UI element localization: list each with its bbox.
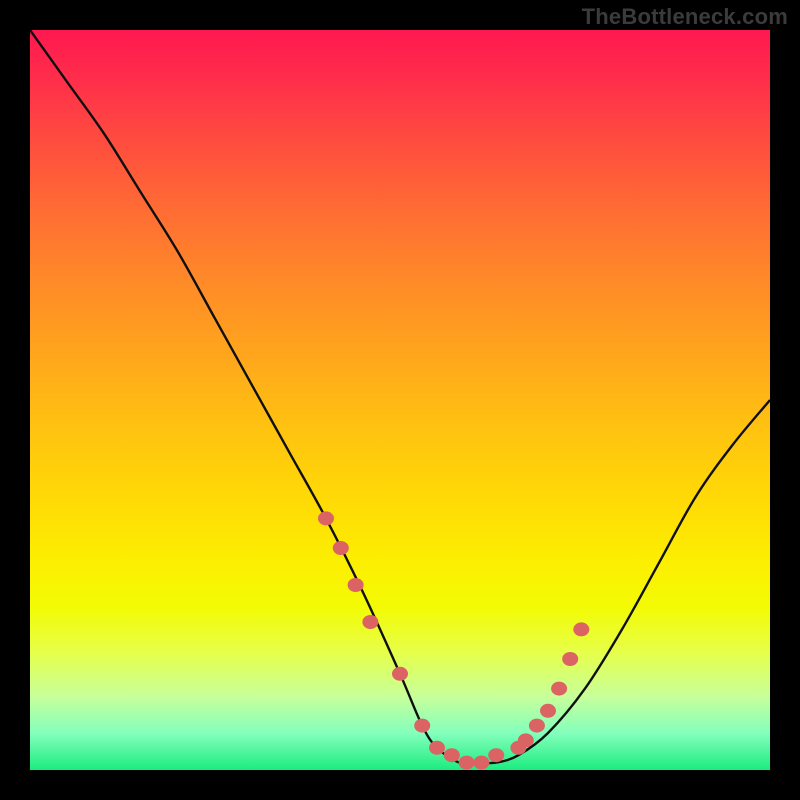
bottleneck-curve (30, 30, 770, 764)
curve-marker (392, 667, 408, 681)
curve-marker (318, 511, 334, 525)
curve-marker (362, 615, 378, 629)
curve-marker (551, 682, 567, 696)
curve-marker (333, 541, 349, 555)
curve-marker (529, 719, 545, 733)
curve-marker (518, 733, 534, 747)
watermark-text: TheBottleneck.com (582, 4, 788, 30)
curve-layer (30, 30, 770, 770)
plot-area (30, 30, 770, 770)
curve-marker (488, 748, 504, 762)
chart-frame: TheBottleneck.com (0, 0, 800, 800)
curve-marker (562, 652, 578, 666)
curve-marker (459, 756, 475, 770)
curve-marker (573, 622, 589, 636)
curve-marker (348, 578, 364, 592)
curve-marker (414, 719, 430, 733)
curve-marker (444, 748, 460, 762)
curve-marker (473, 756, 489, 770)
curve-marker (540, 704, 556, 718)
curve-marker (429, 741, 445, 755)
